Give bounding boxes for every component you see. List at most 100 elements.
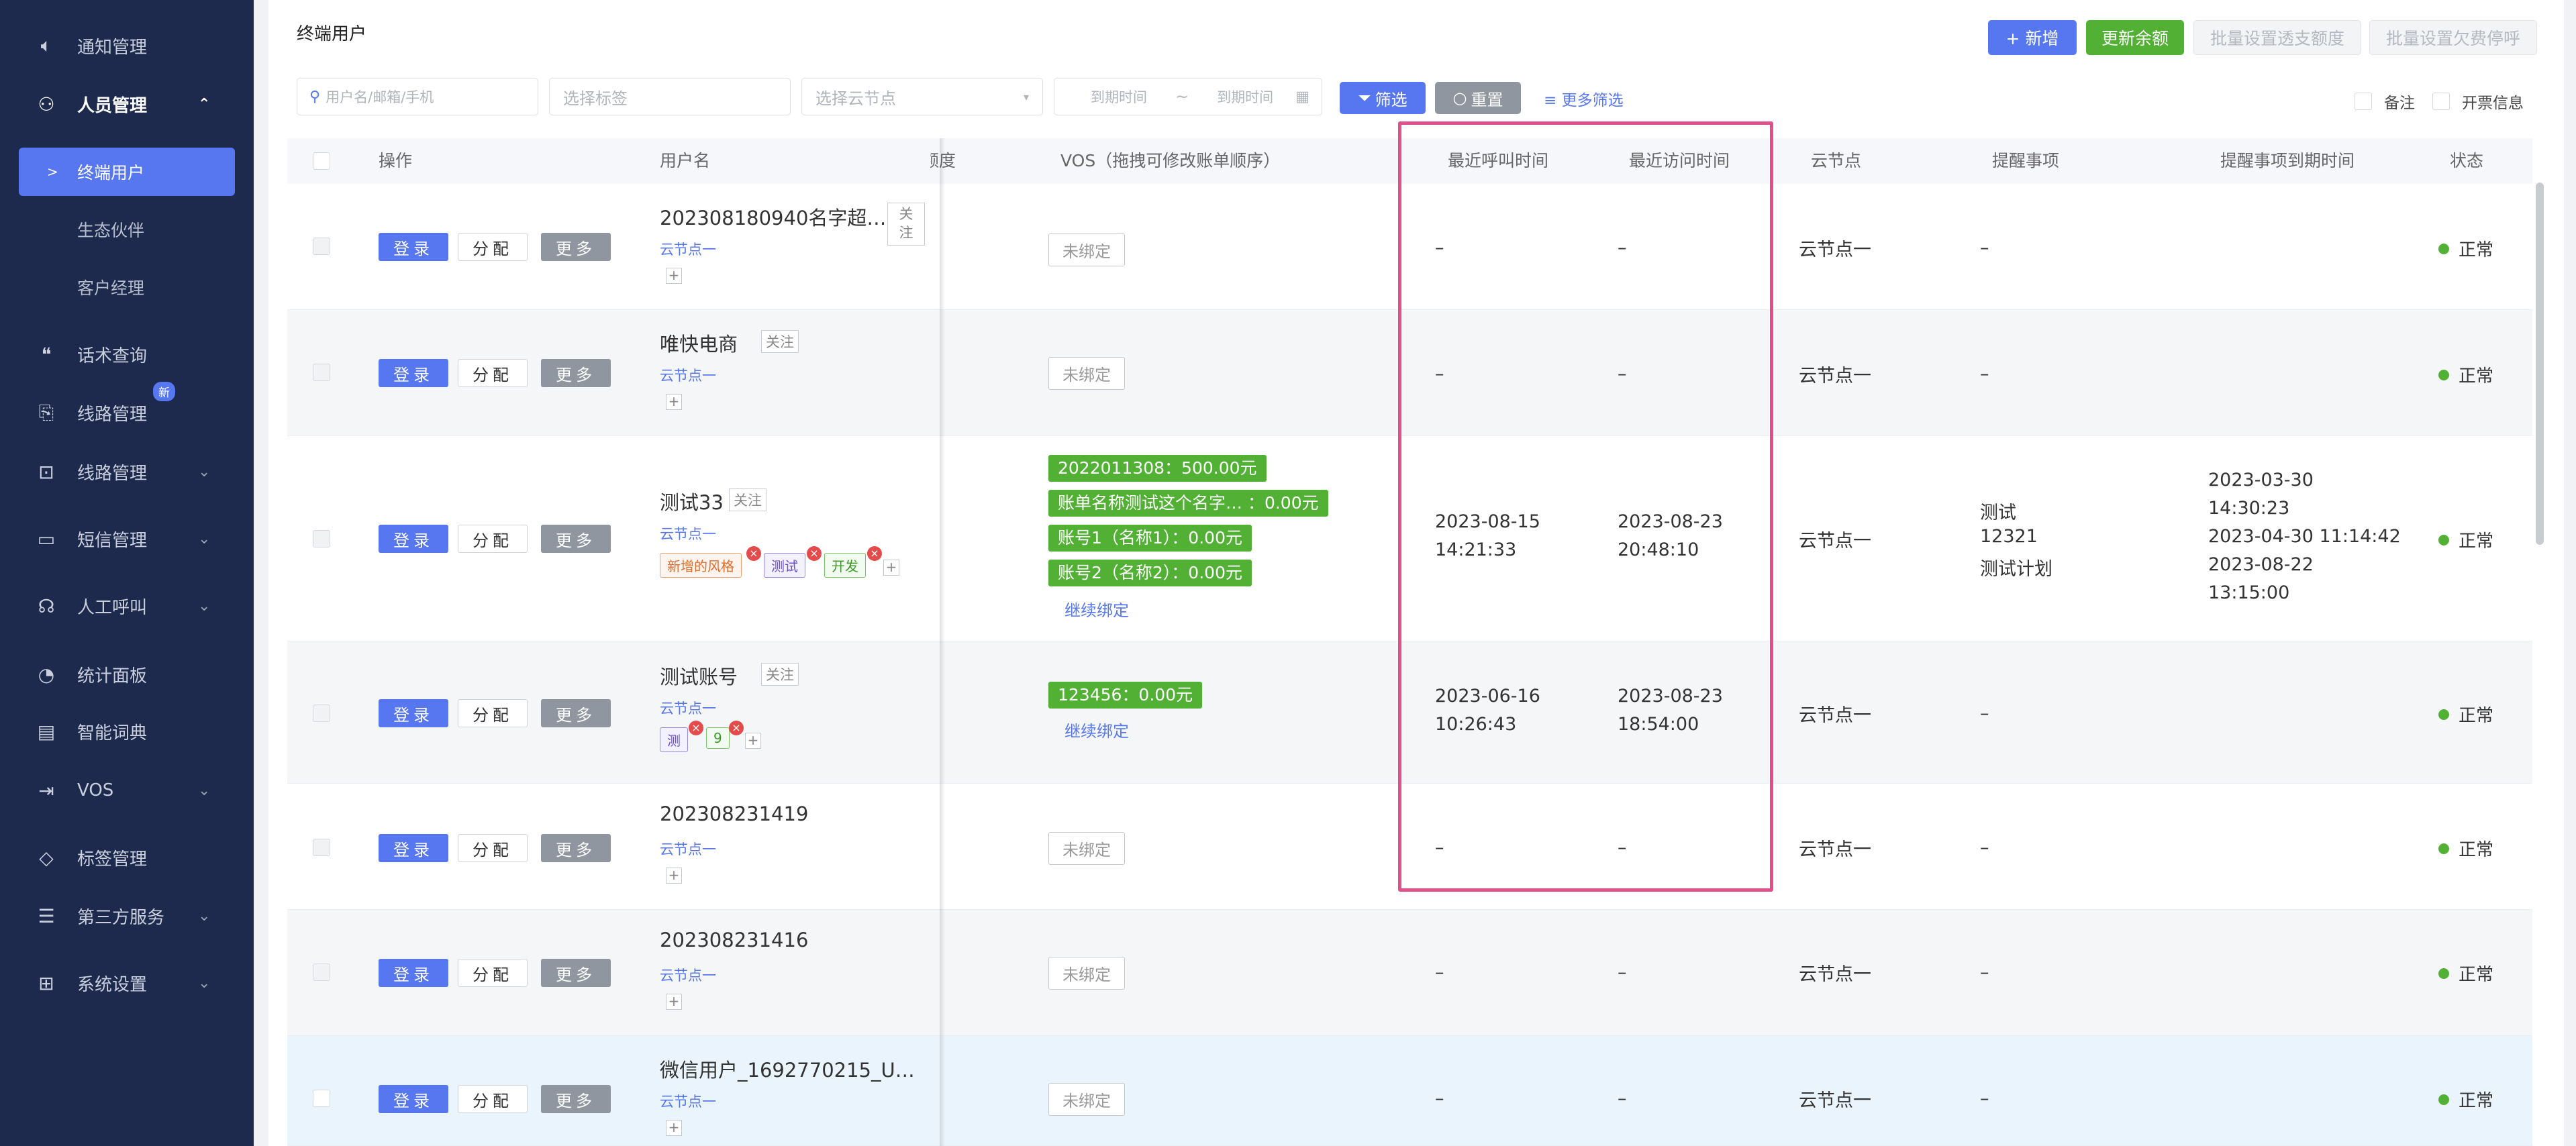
route-chart-icon: ⊡ xyxy=(38,460,54,483)
row-checkbox[interactable] xyxy=(313,238,330,255)
login-button[interactable]: 登录 xyxy=(379,525,448,553)
node-link[interactable]: 云节点一 xyxy=(660,523,716,543)
follow-tag[interactable]: 关注 xyxy=(729,488,766,511)
node-link[interactable]: 云节点一 xyxy=(660,365,716,385)
nav-personnel[interactable]: ⚇ 人员管理 ⌃ xyxy=(0,77,254,131)
filter-button[interactable]: ⏷ 筛选 xyxy=(1340,82,1426,114)
remove-tag-icon[interactable]: × xyxy=(746,546,761,561)
nav-sms[interactable]: ▭ 短信管理 ⌄ xyxy=(0,512,254,566)
last-call-time: – xyxy=(1435,1088,1444,1109)
more-button[interactable]: 更多 xyxy=(541,834,611,862)
remove-tag-icon[interactable]: × xyxy=(867,546,882,561)
add-tag-button[interactable]: + xyxy=(883,560,899,576)
node-cell: 云节点一 xyxy=(1799,531,1871,552)
row-checkbox[interactable] xyxy=(313,705,330,722)
vos-account-tag[interactable]: 123456：0.00元 xyxy=(1048,682,1203,709)
follow-tag[interactable]: 关注 xyxy=(761,330,799,353)
login-button[interactable]: 登录 xyxy=(379,699,448,727)
sub-item-partner[interactable]: 生态伙伴 xyxy=(0,203,254,256)
assign-button[interactable]: 分配 xyxy=(458,699,528,727)
continue-bind-link[interactable]: 继续绑定 xyxy=(1064,718,1129,741)
chevron-down-icon: ⌄ xyxy=(198,530,211,548)
nav-route-new[interactable]: ⎘ 线路管理新 xyxy=(0,382,254,439)
assign-button[interactable]: 分配 xyxy=(458,959,528,987)
more-button[interactable]: 更多 xyxy=(541,233,611,261)
assign-button[interactable]: 分配 xyxy=(458,834,528,862)
add-tag-button[interactable]: + xyxy=(666,994,682,1010)
date-range-picker[interactable]: 到期时间 ~ 到期时间 ▦ xyxy=(1054,78,1322,115)
remove-tag-icon[interactable]: × xyxy=(729,721,744,735)
assign-button[interactable]: 分配 xyxy=(458,525,528,553)
invoice-toggle[interactable]: 开票信息 xyxy=(2432,90,2524,113)
user-search-input[interactable]: ⚲ 用户名/邮箱/手机 xyxy=(297,78,538,115)
more-button[interactable]: 更多 xyxy=(541,359,611,387)
vos-account-tag[interactable]: 账号2（名称2）：0.00元 xyxy=(1048,560,1252,586)
reset-button[interactable]: ○ 重置 xyxy=(1435,82,1521,114)
vos-account-tag[interactable]: 账单名称测试这个名字… ：0.00元 xyxy=(1048,490,1328,517)
vos-account-tag[interactable]: 2022011308：500.00元 xyxy=(1048,455,1267,482)
vos-account-tag[interactable]: 账号1（名称1）：0.00元 xyxy=(1048,525,1252,552)
remark-toggle[interactable]: 备注 xyxy=(2355,90,2415,113)
nav-tags[interactable]: ◇ 标签管理 xyxy=(0,831,254,884)
row-checkbox[interactable] xyxy=(313,839,330,856)
nav-manual-call[interactable]: ☊ 人工呼叫 ⌄ xyxy=(0,579,254,633)
login-button[interactable]: 登录 xyxy=(379,233,448,261)
nav-vos[interactable]: ⇥ VOS ⌄ xyxy=(0,764,254,817)
more-filter-link[interactable]: ≡ 更多筛选 xyxy=(1544,87,1624,110)
add-tag-button[interactable]: + xyxy=(666,268,682,284)
tag-select[interactable]: 选择标签 xyxy=(549,78,791,115)
batch-stop-button[interactable]: 批量设置欠费停呼 xyxy=(2369,20,2537,55)
status-dot xyxy=(2438,534,2449,545)
assign-button[interactable]: 分配 xyxy=(458,359,528,387)
remove-tag-icon[interactable]: × xyxy=(689,721,703,735)
login-button[interactable]: 登录 xyxy=(379,834,448,862)
sub-item-account-manager[interactable]: 客户经理 xyxy=(0,260,254,314)
reminder-cell: – xyxy=(1980,703,1989,724)
remove-tag-icon[interactable]: × xyxy=(807,546,822,561)
row-checkbox[interactable] xyxy=(313,530,330,548)
follow-tag[interactable]: 关注 xyxy=(761,663,799,686)
new-badge: 新 xyxy=(153,382,175,401)
vertical-scrollbar[interactable] xyxy=(2536,183,2544,545)
login-button[interactable]: 登录 xyxy=(379,359,448,387)
node-link[interactable]: 云节点一 xyxy=(660,965,716,985)
nav-route[interactable]: ⊡ 线路管理 ⌄ xyxy=(0,445,254,499)
row-checkbox[interactable] xyxy=(313,1090,330,1107)
more-button[interactable]: 更多 xyxy=(541,1085,611,1113)
node-link[interactable]: 云节点一 xyxy=(660,1091,716,1111)
select-all-checkbox[interactable] xyxy=(313,152,330,170)
add-tag-button[interactable]: + xyxy=(745,733,761,749)
login-button[interactable]: 登录 xyxy=(379,1085,448,1113)
more-button[interactable]: 更多 xyxy=(541,959,611,987)
nav-third-party[interactable]: ☰ 第三方服务 ⌄ xyxy=(0,889,254,943)
nav-script[interactable]: ❝ 话术查询 xyxy=(0,327,254,381)
node-cell: 云节点一 xyxy=(1799,366,1871,386)
add-tag-button[interactable]: + xyxy=(666,1120,682,1136)
add-tag-button[interactable]: + xyxy=(666,394,682,410)
assign-button[interactable]: 分配 xyxy=(458,233,528,261)
row-checkbox[interactable] xyxy=(313,364,330,381)
node-link[interactable]: 云节点一 xyxy=(660,698,716,718)
add-button[interactable]: + 新增 xyxy=(1988,20,2077,55)
more-button[interactable]: 更多 xyxy=(541,525,611,553)
login-button[interactable]: 登录 xyxy=(379,959,448,987)
nav-stats[interactable]: ◔ 统计面板 xyxy=(0,647,254,701)
highlight-box xyxy=(1398,121,1773,892)
assign-button[interactable]: 分配 xyxy=(458,1085,528,1113)
follow-tag[interactable]: 关注 xyxy=(887,203,925,246)
invoice-checkbox[interactable] xyxy=(2432,93,2450,110)
add-tag-button[interactable]: + xyxy=(666,868,682,884)
update-balance-button[interactable]: 更新余额 xyxy=(2086,20,2184,55)
node-link[interactable]: 云节点一 xyxy=(660,239,716,259)
row-checkbox[interactable] xyxy=(313,963,330,981)
nav-dictionary[interactable]: ▤ 智能词典 xyxy=(0,705,254,758)
continue-bind-link[interactable]: 继续绑定 xyxy=(1064,597,1129,621)
batch-overdraft-button[interactable]: 批量设置透支额度 xyxy=(2193,20,2361,55)
node-link[interactable]: 云节点一 xyxy=(660,839,716,859)
more-button[interactable]: 更多 xyxy=(541,699,611,727)
node-select[interactable]: 选择云节点 ▾ xyxy=(801,78,1043,115)
nav-notice[interactable]: 🔈︎ 通知管理 xyxy=(0,19,254,72)
remark-checkbox[interactable] xyxy=(2355,93,2372,110)
nav-system[interactable]: ⊞ 系统设置 ⌄ xyxy=(0,956,254,1010)
sub-item-end-user[interactable]: > 终端用户 xyxy=(19,148,235,196)
